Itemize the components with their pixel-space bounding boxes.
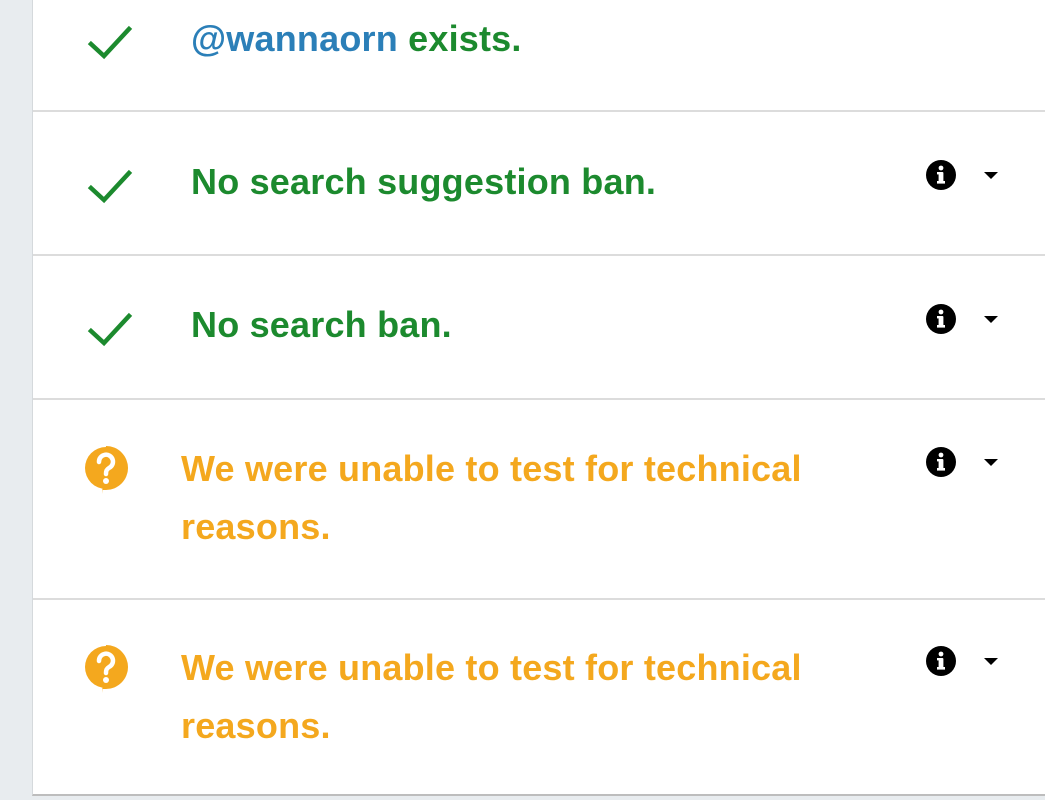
question-bubble-icon [81, 643, 131, 693]
result-row-ghost-ban: We were unable to test for technical rea… [33, 400, 1045, 600]
info-icon[interactable] [925, 159, 957, 191]
exists-label: exists. [397, 18, 522, 59]
chevron-down-icon[interactable] [983, 458, 999, 468]
results-card: @wannaorn exists. No search suggestion b… [32, 0, 1045, 796]
info-icon[interactable] [925, 303, 957, 335]
result-row-search-ban: No search ban. [33, 256, 1045, 400]
question-bubble-icon [81, 444, 131, 494]
result-text: We were unable to test for technical rea… [181, 647, 802, 746]
result-text: No search suggestion ban. [191, 161, 657, 202]
chevron-down-icon[interactable] [983, 657, 999, 667]
result-row-reply-deboosting: We were unable to test for technical rea… [33, 600, 1045, 796]
result-row-search-suggestion-ban: No search suggestion ban. [33, 112, 1045, 256]
checkmark-icon [85, 161, 135, 211]
checkmark-icon [85, 17, 135, 67]
chevron-down-icon[interactable] [983, 315, 999, 325]
result-text: @wannaorn exists. [191, 10, 522, 68]
result-text: No search ban. [191, 304, 452, 345]
result-text: We were unable to test for technical rea… [181, 448, 802, 547]
checkmark-icon [85, 304, 135, 354]
chevron-down-icon[interactable] [983, 171, 999, 181]
info-icon[interactable] [925, 446, 957, 478]
result-row-exists: @wannaorn exists. [33, 0, 1045, 112]
info-icon[interactable] [925, 645, 957, 677]
account-handle-link[interactable]: @wannaorn [191, 18, 398, 59]
